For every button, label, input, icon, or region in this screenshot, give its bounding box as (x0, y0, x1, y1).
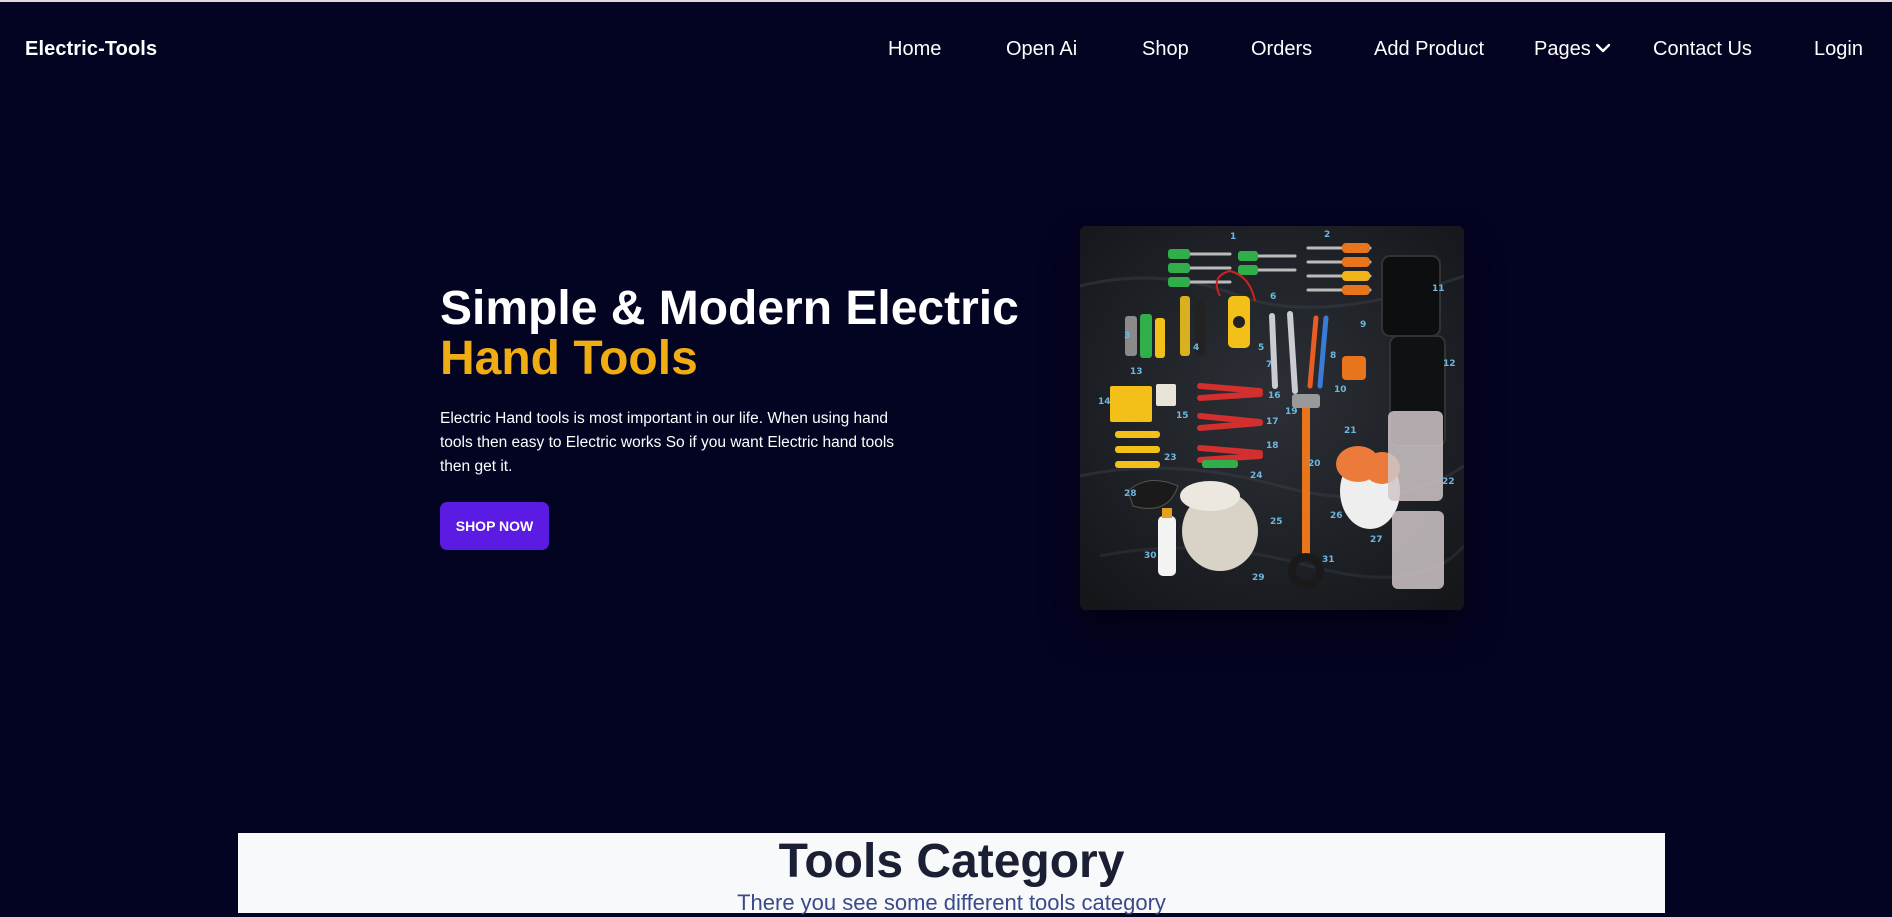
category-title: Tools Category (778, 835, 1125, 888)
nav-add-product[interactable]: Add Product (1374, 38, 1484, 61)
svg-text:30: 30 (1144, 551, 1157, 561)
svg-text:3: 3 (1124, 331, 1130, 341)
nav-shop[interactable]: Shop (1142, 38, 1189, 61)
svg-text:21: 21 (1344, 426, 1357, 436)
nav-contact-us[interactable]: Contact Us (1653, 38, 1752, 61)
nav-open-ai[interactable]: Open Ai (1006, 38, 1077, 61)
svg-text:28: 28 (1124, 489, 1137, 499)
svg-text:31: 31 (1322, 555, 1335, 565)
hero-title-line1: Simple & Modern Electric (440, 282, 1019, 335)
nav-home[interactable]: Home (888, 38, 941, 61)
svg-text:15: 15 (1176, 411, 1189, 421)
svg-text:25: 25 (1270, 517, 1283, 527)
hero-title: Simple & Modern Electric Hand Tools (440, 284, 1019, 384)
svg-text:5: 5 (1258, 343, 1264, 353)
svg-text:29: 29 (1252, 573, 1265, 583)
svg-text:4: 4 (1193, 343, 1199, 353)
svg-text:16: 16 (1268, 391, 1281, 401)
svg-text:1: 1 (1230, 232, 1236, 242)
svg-text:20: 20 (1308, 459, 1321, 469)
svg-text:9: 9 (1360, 320, 1366, 330)
svg-text:11: 11 (1432, 284, 1445, 294)
hero-title-accent: Hand Tools (440, 332, 698, 385)
navbar: Electric-Tools Home Open Ai Shop Orders … (0, 2, 1892, 98)
nav-orders[interactable]: Orders (1251, 38, 1312, 61)
svg-text:19: 19 (1285, 407, 1298, 417)
nav-pages-label: Pages (1534, 38, 1591, 60)
svg-text:24: 24 (1250, 471, 1263, 481)
brand-logo[interactable]: Electric-Tools (25, 38, 157, 61)
svg-text:7: 7 (1266, 360, 1272, 370)
svg-text:26: 26 (1330, 511, 1343, 521)
svg-text:23: 23 (1164, 453, 1177, 463)
svg-text:2: 2 (1324, 230, 1330, 240)
nav-pages-dropdown[interactable]: Pages (1534, 38, 1611, 61)
tools-flatlay-illustration: 1 23 4 56 789 101112 131415 161718 192021 … (1080, 226, 1464, 610)
svg-text:12: 12 (1443, 359, 1456, 369)
svg-text:17: 17 (1266, 417, 1279, 427)
nav-login[interactable]: Login (1814, 38, 1863, 61)
svg-text:18: 18 (1266, 441, 1279, 451)
chevron-down-icon (1595, 43, 1610, 53)
svg-text:6: 6 (1270, 292, 1276, 302)
svg-text:14: 14 (1098, 397, 1111, 407)
svg-text:10: 10 (1334, 385, 1347, 395)
svg-text:8: 8 (1330, 351, 1336, 361)
svg-text:13: 13 (1130, 367, 1143, 377)
tools-category-section: Tools Category There you see some differ… (238, 833, 1665, 915)
category-subtitle: There you see some different tools categ… (737, 890, 1166, 915)
hero-tools-image: 123 456 789 10 11 12 13 14 15 16 17 18 19 20 21 … (1080, 226, 1464, 610)
shop-now-button[interactable]: SHOP NOW (440, 502, 549, 550)
svg-text:27: 27 (1370, 535, 1383, 545)
svg-text:22: 22 (1442, 477, 1455, 487)
hero-description: Electric Hand tools is most important in… (440, 410, 895, 475)
